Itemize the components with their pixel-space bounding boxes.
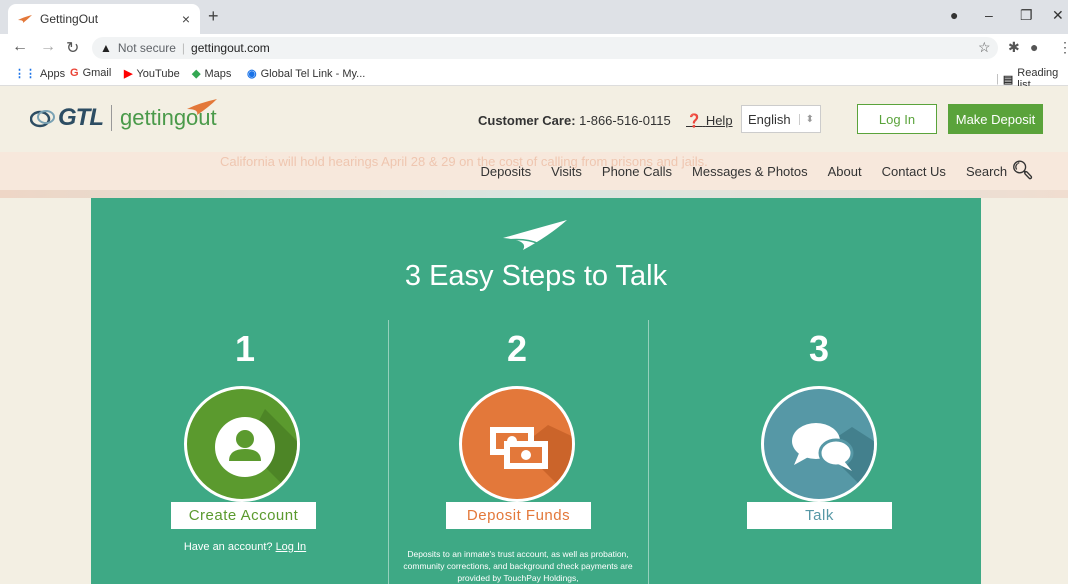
bird-logo-icon [186, 99, 217, 115]
nav-about[interactable]: About [828, 164, 862, 181]
step-3-number: 3 [709, 328, 929, 370]
google-icon: G [70, 67, 79, 79]
help-label: Help [705, 113, 733, 128]
url-text: gettingout.com [191, 41, 270, 55]
customer-care-label: Customer Care: [478, 113, 576, 128]
back-icon[interactable]: ← [12, 38, 28, 56]
steps-panel: 3 Easy Steps to Talk 1 Create Account Ha… [91, 198, 981, 584]
search-icon[interactable]: 🔍︎ [1011, 160, 1034, 181]
language-value: English [748, 111, 791, 127]
minimize-icon[interactable]: – [985, 7, 993, 23]
bookmark-label: Apps [40, 67, 66, 80]
address-bar[interactable]: ▲ Not secure | gettingout.com [92, 37, 998, 59]
bookmarks-bar: ⋮⋮ Apps G Gmail ▶ YouTube ◆ Maps ◉ Globa… [0, 62, 1068, 91]
column-divider [388, 320, 389, 584]
column-divider [648, 320, 649, 584]
step-1-number: 1 [135, 328, 355, 370]
language-select[interactable]: English ⬍ [741, 105, 821, 133]
logo-divider [111, 105, 112, 131]
browser-toolbar: ← → ↻ ▲ Not secure | gettingout.com ☆ ✱ … [0, 34, 1068, 62]
tab-title: GettingOut [40, 12, 99, 26]
bookmark-apps[interactable]: ⋮⋮ Apps [14, 67, 66, 81]
help-circle-icon: ❓ [686, 113, 703, 128]
bookmark-label: Gmail [82, 67, 112, 79]
bookmark-star-icon[interactable]: ☆ [978, 39, 991, 56]
extensions-icon[interactable]: ✱ [1008, 39, 1020, 56]
gtl-swirl-icon [30, 110, 55, 128]
have-account-label: Have an account? [183, 541, 273, 553]
nav-contact-us[interactable]: Contact Us [882, 164, 946, 181]
user-icon [215, 409, 297, 499]
bookmark-youtube[interactable]: ▶ YouTube [124, 67, 180, 81]
step-2-circle[interactable] [459, 386, 575, 502]
chat-icon [792, 423, 874, 499]
make-deposit-button[interactable]: Make Deposit [948, 104, 1043, 134]
step-number: 3 [808, 328, 830, 369]
forward-icon[interactable]: → [40, 38, 56, 56]
maps-icon: ◆ [192, 68, 201, 80]
security-status: Not secure [117, 41, 176, 55]
bird-icon [503, 220, 567, 250]
separator: | [996, 73, 999, 85]
site-header: GTL gettingout Customer Care: 1-866-516-… [0, 86, 1068, 152]
deposit-funds-button[interactable]: Deposit Funds [446, 502, 591, 529]
apps-grid-icon: ⋮⋮ [14, 68, 36, 80]
nav-phone-calls[interactable]: Phone Calls [602, 164, 672, 181]
nav-links: Deposits Visits Phone Calls Messages & P… [481, 160, 1035, 181]
customer-care-phone: 1-866-516-0115 [579, 113, 671, 128]
deposit-fine-print: Deposits to an inmate's trust account, a… [403, 549, 633, 583]
bookmark-label: Maps [204, 67, 232, 80]
create-account-button[interactable]: Create Account [171, 502, 316, 529]
reload-icon[interactable]: ↻ [66, 38, 79, 58]
step-2-number: 2 [407, 328, 627, 370]
nav-visits[interactable]: Visits [551, 164, 582, 181]
close-window-icon[interactable]: ✕ [1052, 7, 1064, 24]
talk-button[interactable]: Talk [747, 502, 892, 529]
browser-tab-bar: GettingOut × + ● – ❐ ✕ [0, 0, 1068, 34]
gtl-favicon-icon: ◉ [247, 68, 257, 80]
site-logo[interactable]: GTL gettingout [30, 99, 217, 132]
step-number: 2 [506, 328, 528, 369]
login-button[interactable]: Log In [857, 104, 937, 134]
new-tab-icon[interactable]: + [208, 6, 219, 27]
bookmark-maps[interactable]: ◆ Maps [192, 67, 232, 81]
money-icon [490, 425, 572, 499]
account-icon[interactable]: ● [1030, 39, 1038, 55]
reading-list-icon: ▤ [1002, 73, 1014, 86]
steps-heading: 3 Easy Steps to Talk [404, 260, 668, 292]
youtube-icon: ▶ [124, 68, 133, 80]
help-link[interactable]: ❓ Help [686, 113, 733, 129]
nav-search[interactable]: Search [966, 164, 1007, 181]
have-account-login-link[interactable]: Log In [276, 541, 307, 553]
url-separator: | [181, 41, 186, 55]
browser-tab[interactable]: GettingOut × [8, 4, 200, 34]
close-tab-icon[interactable]: × [182, 11, 190, 27]
bookmark-label: Global Tel Link - My... [260, 67, 366, 80]
customer-care: Customer Care: 1-866-516-0115 [478, 113, 671, 128]
step-3-circle[interactable] [761, 386, 877, 502]
bookmark-gtl[interactable]: ◉ Global Tel Link - My... [247, 67, 366, 81]
bookmark-label: YouTube [136, 67, 180, 80]
menu-icon[interactable]: ⋮ [1058, 39, 1068, 56]
main-nav: California will hold hearings April 28 &… [0, 152, 1068, 190]
step-1-circle[interactable] [184, 386, 300, 502]
nav-deposits[interactable]: Deposits [481, 164, 532, 181]
restore-icon[interactable]: ❐ [1020, 7, 1033, 24]
step-number: 1 [234, 328, 256, 369]
warning-icon: ▲ [100, 41, 112, 55]
decorative-stripe [0, 190, 1068, 198]
profile-menu-icon[interactable]: ● [950, 7, 958, 23]
nav-messages-photos[interactable]: Messages & Photos [692, 164, 808, 181]
select-caret-icon: ⬍ [798, 113, 814, 125]
gtl-logo-text: GTL [58, 104, 104, 131]
bookmark-gmail[interactable]: G Gmail [70, 67, 111, 79]
gettingout-favicon-icon [18, 15, 32, 23]
have-account-text: Have an account? Log In [183, 541, 307, 553]
